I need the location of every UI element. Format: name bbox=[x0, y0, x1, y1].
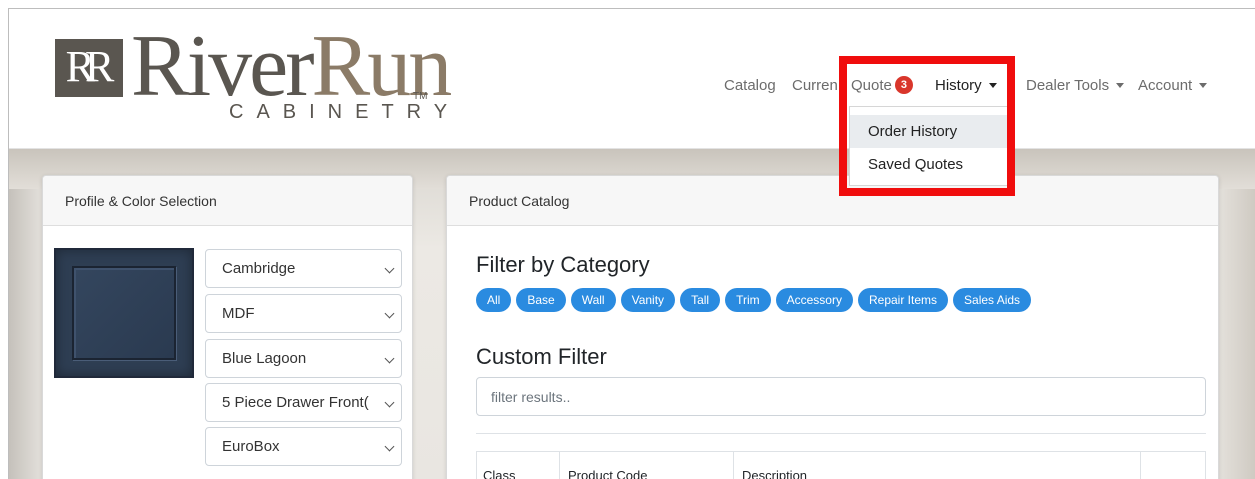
nav-catalog[interactable]: Catalog bbox=[724, 77, 776, 94]
column-header-class[interactable]: Class bbox=[477, 452, 560, 479]
caret-down-icon bbox=[1116, 82, 1125, 88]
profile-color-panel: Profile & Color Selection Cambridge MDF … bbox=[42, 175, 413, 479]
nav-dealer-tools-label: Dealer Tools bbox=[1026, 76, 1110, 94]
catalog-panel-title: Product Catalog bbox=[447, 176, 1218, 226]
chevron-down-icon bbox=[384, 353, 395, 364]
menu-item-saved-quotes[interactable]: Saved Quotes bbox=[850, 148, 1008, 181]
menu-item-order-history[interactable]: Order History bbox=[850, 115, 1008, 148]
category-pill-wall[interactable]: Wall bbox=[570, 288, 616, 312]
chevron-down-icon bbox=[384, 263, 395, 274]
nav-account-label: Account bbox=[1138, 76, 1193, 94]
nav-quote[interactable]: Quote 3 bbox=[851, 76, 913, 94]
quote-count-badge: 3 bbox=[894, 76, 913, 94]
filter-results-input[interactable] bbox=[476, 377, 1206, 416]
app-frame: RR RiverRun CABINETRY TM Catalog Curren … bbox=[8, 8, 1255, 479]
column-header-description[interactable]: Description bbox=[734, 452, 1141, 479]
category-pill-base[interactable]: Base bbox=[516, 288, 566, 312]
category-pill-repair-items[interactable]: Repair Items bbox=[857, 288, 949, 312]
site-header: RR RiverRun CABINETRY TM Catalog Curren … bbox=[9, 9, 1255, 149]
category-pills: All Base Wall Vanity Tall Trim Accessory… bbox=[476, 288, 1036, 312]
door-swatch-panel bbox=[72, 266, 176, 360]
logo-subtitle: CABINETRY bbox=[229, 101, 461, 123]
category-pill-vanity[interactable]: Vanity bbox=[620, 288, 676, 312]
column-header-product-code[interactable]: Product Code bbox=[560, 452, 734, 479]
caret-down-icon bbox=[988, 82, 997, 88]
category-pill-all[interactable]: All bbox=[476, 288, 512, 312]
nav-history-dropdown[interactable]: History bbox=[935, 77, 997, 94]
profile-select[interactable]: Cambridge bbox=[205, 249, 402, 288]
chevron-down-icon bbox=[384, 308, 395, 319]
caret-down-icon bbox=[1199, 82, 1208, 88]
divider bbox=[476, 433, 1206, 434]
door-swatch-image bbox=[54, 248, 194, 378]
brand-logo[interactable]: RR RiverRun CABINETRY TM bbox=[55, 18, 452, 141]
nav-quote-label: Quote bbox=[851, 76, 892, 94]
custom-filter-heading: Custom Filter bbox=[476, 344, 607, 369]
nav-dealer-tools-dropdown[interactable]: Dealer Tools bbox=[1026, 76, 1125, 94]
material-select[interactable]: MDF bbox=[205, 294, 402, 333]
category-pill-sales-aids[interactable]: Sales Aids bbox=[953, 288, 1032, 312]
background-left-shade bbox=[9, 189, 45, 479]
box-select[interactable]: EuroBox bbox=[205, 427, 402, 466]
profile-panel-title: Profile & Color Selection bbox=[43, 176, 412, 226]
history-dropdown-menu: Order History Saved Quotes bbox=[849, 106, 1009, 186]
product-catalog-panel: Product Catalog Filter by Category All B… bbox=[446, 175, 1219, 479]
nav-account-dropdown[interactable]: Account bbox=[1138, 76, 1208, 94]
category-pill-tall[interactable]: Tall bbox=[680, 288, 721, 312]
filter-by-category-heading: Filter by Category bbox=[476, 252, 650, 277]
category-pill-accessory[interactable]: Accessory bbox=[775, 288, 853, 312]
product-table: Class Product Code Description bbox=[476, 451, 1206, 479]
nav-history-label: History bbox=[935, 76, 982, 94]
background-right-shade bbox=[1215, 189, 1255, 479]
drawer-front-select[interactable]: 5 Piece Drawer Front( bbox=[205, 383, 402, 422]
color-select[interactable]: Blue Lagoon bbox=[205, 339, 402, 378]
nav-current-quote[interactable]: Curren bbox=[792, 77, 838, 94]
logo-trademark: TM bbox=[413, 91, 428, 102]
column-header-actions bbox=[1141, 452, 1207, 479]
category-pill-trim[interactable]: Trim bbox=[725, 288, 771, 312]
logo-mark: RR bbox=[55, 39, 123, 97]
chevron-down-icon bbox=[384, 397, 395, 408]
chevron-down-icon bbox=[384, 441, 395, 452]
